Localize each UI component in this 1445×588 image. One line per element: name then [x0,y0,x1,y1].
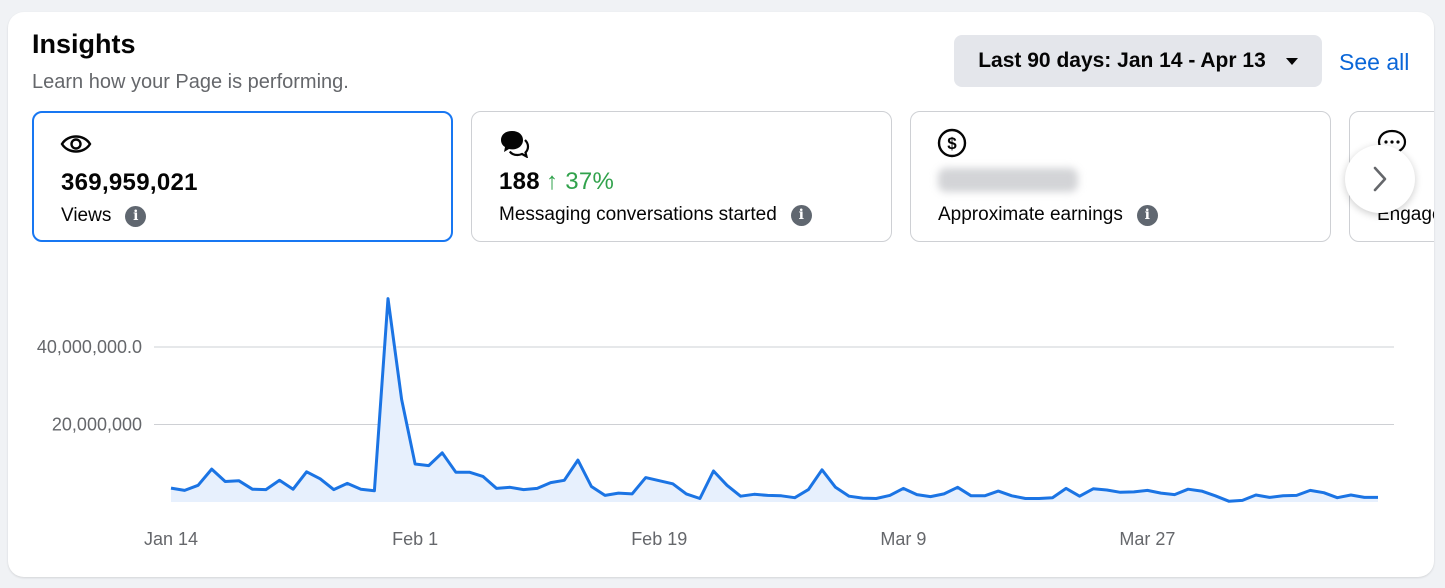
x-tick-label: Feb 1 [392,529,438,549]
x-tick-label: Feb 19 [631,529,687,549]
y-tick-label: 40,000,000.0 [37,337,142,357]
series-line [170,297,1378,503]
views-line-chart: 20,000,000 40,000,000.0 Jan 14 Feb 1 Feb 19 M… [37,297,1394,549]
series-area [171,298,1378,502]
insights-panel: Insights Learn how your Page is performi… [8,12,1434,577]
x-tick-label: Mar 27 [1119,529,1175,549]
x-tick-label: Mar 9 [880,529,926,549]
y-tick-label: 20,000,000 [52,415,142,435]
x-tick-label: Jan 14 [144,529,198,549]
